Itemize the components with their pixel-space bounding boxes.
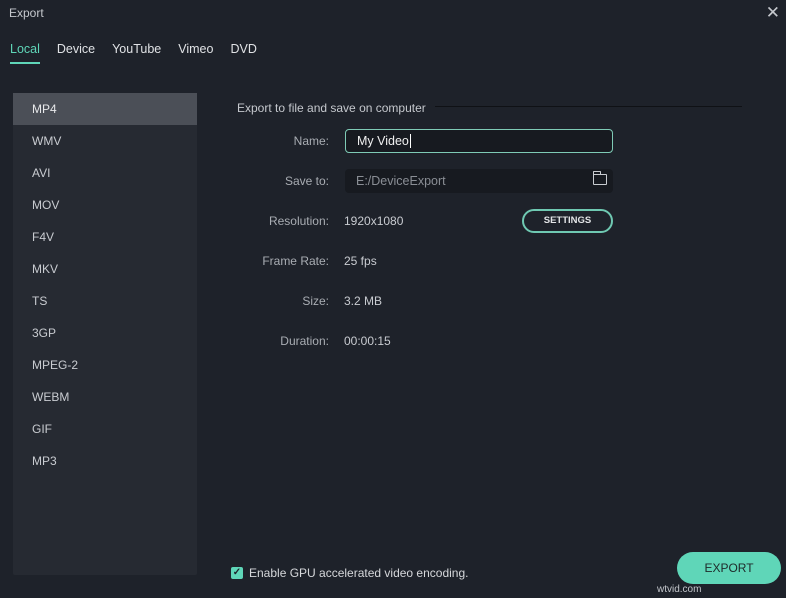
format-mp4[interactable]: MP4 xyxy=(13,93,197,125)
name-label: Name: xyxy=(293,134,329,148)
save-to-field[interactable]: E:/DeviceExport xyxy=(345,169,613,193)
duration-label: Duration: xyxy=(280,334,329,348)
format-ts[interactable]: TS xyxy=(13,285,197,317)
gpu-label: Enable GPU accelerated video encoding. xyxy=(249,566,469,580)
format-list: MP4 WMV AVI MOV F4V MKV TS 3GP MPEG-2 WE… xyxy=(13,93,197,575)
folder-icon[interactable] xyxy=(593,171,607,185)
tab-vimeo[interactable]: Vimeo xyxy=(178,42,213,64)
format-webm[interactable]: WEBM xyxy=(13,381,197,413)
format-gif[interactable]: GIF xyxy=(13,413,197,445)
frame-rate-value: 25 fps xyxy=(344,254,377,268)
format-f4v[interactable]: F4V xyxy=(13,221,197,253)
name-input[interactable]: My Video xyxy=(345,129,613,153)
tab-local[interactable]: Local xyxy=(10,42,40,64)
watermark: wtvid.com xyxy=(657,584,702,595)
name-value: My Video xyxy=(357,134,409,148)
tab-device[interactable]: Device xyxy=(57,42,95,64)
close-icon[interactable]: ✕ xyxy=(766,3,780,23)
resolution-label: Resolution: xyxy=(268,214,329,228)
window-title: Export xyxy=(9,6,44,20)
export-tabs: Local Device YouTube Vimeo DVD xyxy=(10,42,257,64)
format-wmv[interactable]: WMV xyxy=(13,125,197,157)
frame-rate-label: Frame Rate: xyxy=(262,254,329,268)
format-mkv[interactable]: MKV xyxy=(13,253,197,285)
format-3gp[interactable]: 3GP xyxy=(13,317,197,349)
save-to-value: E:/DeviceExport xyxy=(356,174,446,188)
gpu-checkbox[interactable]: ✓ xyxy=(231,567,243,579)
duration-value: 00:00:15 xyxy=(344,334,391,348)
save-to-label: Save to: xyxy=(284,174,329,188)
export-button[interactable]: EXPORT xyxy=(677,552,781,584)
section-title: Export to file and save on computer xyxy=(237,101,426,115)
size-label: Size: xyxy=(302,294,329,308)
settings-button[interactable]: SETTINGS xyxy=(522,209,613,233)
resolution-value: 1920x1080 xyxy=(344,214,404,228)
tab-dvd[interactable]: DVD xyxy=(230,42,256,64)
tab-youtube[interactable]: YouTube xyxy=(112,42,161,64)
format-mpeg2[interactable]: MPEG-2 xyxy=(13,349,197,381)
format-mov[interactable]: MOV xyxy=(13,189,197,221)
size-value: 3.2 MB xyxy=(344,294,383,308)
format-avi[interactable]: AVI xyxy=(13,157,197,189)
gpu-option: ✓ Enable GPU accelerated video encoding. xyxy=(231,566,468,580)
section-divider xyxy=(435,106,742,107)
format-mp3[interactable]: MP3 xyxy=(13,445,197,477)
